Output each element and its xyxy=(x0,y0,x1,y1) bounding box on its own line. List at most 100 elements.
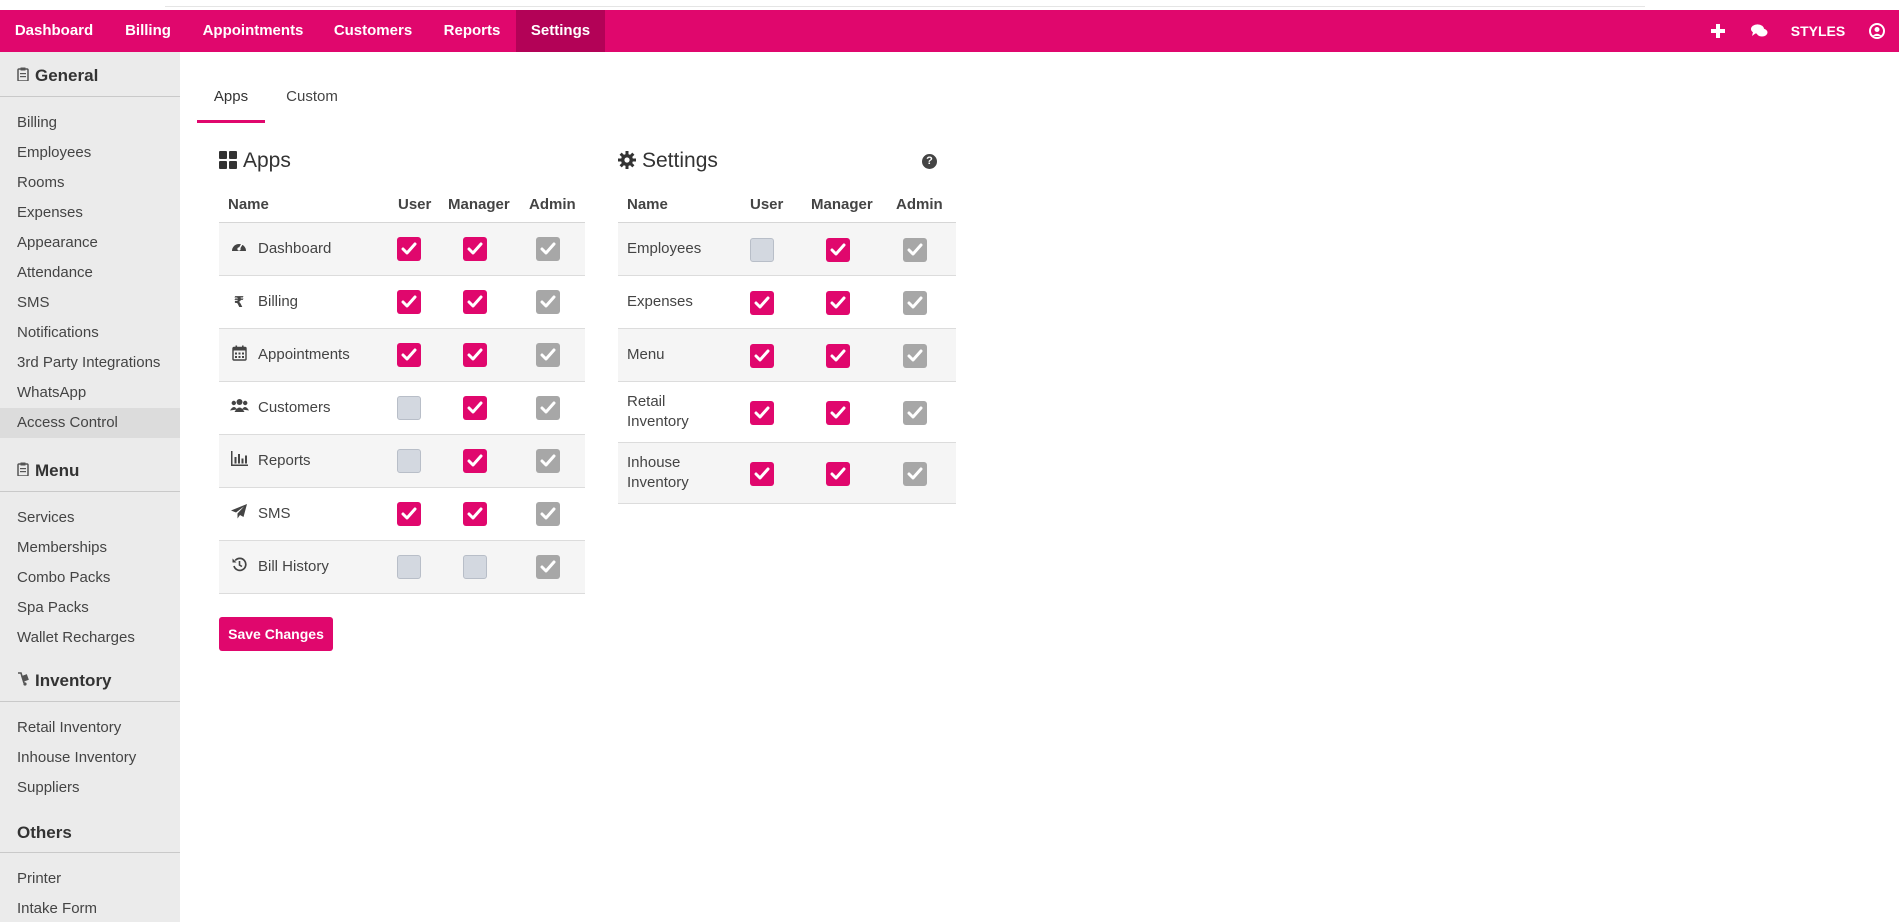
apps-header-user: User xyxy=(398,196,432,213)
save-changes-button[interactable]: Save Changes xyxy=(219,617,333,651)
admin-checkbox[interactable] xyxy=(536,502,560,526)
manager-checkbox[interactable] xyxy=(826,291,850,315)
manager-checkbox[interactable] xyxy=(826,344,850,368)
admin-checkbox[interactable] xyxy=(536,343,560,367)
manager-checkbox[interactable] xyxy=(463,290,487,314)
gear-icon xyxy=(618,151,636,175)
divider xyxy=(0,701,180,702)
sidebar-section-general: General xyxy=(17,66,98,86)
nav-customers[interactable]: Customers xyxy=(318,10,428,52)
apps-row-label: Customers xyxy=(258,399,331,416)
styles-link[interactable]: STYLES xyxy=(1788,10,1848,52)
admin-checkbox[interactable] xyxy=(903,401,927,425)
settings-title-text: Settings xyxy=(642,149,718,172)
admin-checkbox[interactable] xyxy=(536,555,560,579)
sidebar-item-notifications[interactable]: Notifications xyxy=(0,318,180,348)
sidebar-section-title: General xyxy=(35,66,99,85)
admin-checkbox[interactable] xyxy=(903,462,927,486)
plus-icon[interactable] xyxy=(1708,10,1728,52)
manager-checkbox[interactable] xyxy=(463,237,487,261)
admin-checkbox[interactable] xyxy=(903,291,927,315)
manager-checkbox[interactable] xyxy=(826,401,850,425)
nav-appointments[interactable]: Appointments xyxy=(188,10,318,52)
calendar-icon xyxy=(229,345,249,365)
manager-checkbox[interactable] xyxy=(463,396,487,420)
sidebar-item-wallet-recharges[interactable]: Wallet Recharges xyxy=(0,623,180,653)
apps-header-manager: Manager xyxy=(448,196,510,213)
admin-checkbox[interactable] xyxy=(536,396,560,420)
user-checkbox[interactable] xyxy=(397,290,421,314)
user-checkbox[interactable] xyxy=(397,449,421,473)
clipboard-icon xyxy=(17,462,31,479)
manager-checkbox[interactable] xyxy=(826,238,850,262)
sidebar-item-billing[interactable]: Billing xyxy=(0,108,180,138)
apps-header-admin: Admin xyxy=(529,196,576,213)
sidebar-item-printer[interactable]: Printer xyxy=(0,864,180,894)
settings-panel-title: Settings xyxy=(618,149,718,175)
user-checkbox[interactable] xyxy=(750,401,774,425)
sidebar-item-retail-inventory[interactable]: Retail Inventory xyxy=(0,713,180,743)
nav-billing[interactable]: Billing xyxy=(108,10,188,52)
sidebar-section-title: Inventory xyxy=(35,671,112,690)
sidebar-item-combo-packs[interactable]: Combo Packs xyxy=(0,563,180,593)
sidebar-item-spa-packs[interactable]: Spa Packs xyxy=(0,593,180,623)
sidebar-item-intake-form[interactable]: Intake Form xyxy=(0,894,180,924)
user-checkbox[interactable] xyxy=(397,237,421,261)
admin-checkbox[interactable] xyxy=(536,237,560,261)
apps-panel-title: Apps xyxy=(219,149,291,175)
sidebar-item-inhouse-inventory[interactable]: Inhouse Inventory xyxy=(0,743,180,773)
sidebar-item-memberships[interactable]: Memberships xyxy=(0,533,180,563)
user-checkbox[interactable] xyxy=(397,502,421,526)
admin-checkbox[interactable] xyxy=(903,238,927,262)
bar-chart-icon xyxy=(229,451,249,471)
sidebar-item-3rd-party-integrations[interactable]: 3rd Party Integrations xyxy=(0,348,180,378)
apps-row-bill-history: Bill History xyxy=(219,541,585,594)
manager-checkbox[interactable] xyxy=(463,343,487,367)
nav-settings[interactable]: Settings xyxy=(516,10,605,52)
settings-row-label-line: Inventory xyxy=(627,474,689,491)
apps-row-customers: Customers xyxy=(219,382,585,435)
sidebar-item-sms[interactable]: SMS xyxy=(0,288,180,318)
tab-apps[interactable]: Apps xyxy=(197,80,265,123)
user-checkbox[interactable] xyxy=(397,343,421,367)
sidebar-item-rooms[interactable]: Rooms xyxy=(0,168,180,198)
manager-checkbox[interactable] xyxy=(463,449,487,473)
sidebar-item-attendance[interactable]: Attendance xyxy=(0,258,180,288)
user-checkbox[interactable] xyxy=(750,291,774,315)
manager-checkbox[interactable] xyxy=(463,555,487,579)
sidebar-item-access-control[interactable]: Access Control xyxy=(0,408,180,438)
help-icon[interactable]: ? xyxy=(922,154,937,169)
user-circle-icon[interactable] xyxy=(1866,10,1888,52)
tab-custom[interactable]: Custom xyxy=(275,80,349,123)
settings-row-label: Retail Inventory xyxy=(627,392,689,432)
sidebar-item-expenses[interactable]: Expenses xyxy=(0,198,180,228)
settings-row-label: Inhouse Inventory xyxy=(627,453,689,493)
settings-row-label: Expenses xyxy=(627,292,693,312)
admin-checkbox[interactable] xyxy=(536,449,560,473)
manager-checkbox[interactable] xyxy=(463,502,487,526)
sidebar-item-suppliers[interactable]: Suppliers xyxy=(0,773,180,803)
nav-reports[interactable]: Reports xyxy=(428,10,516,52)
manager-checkbox[interactable] xyxy=(826,462,850,486)
sidebar-item-appearance[interactable]: Appearance xyxy=(0,228,180,258)
settings-row-expenses: Expenses xyxy=(618,276,956,329)
apps-row-billing: ₹ Billing xyxy=(219,276,585,329)
nav-dashboard[interactable]: Dashboard xyxy=(0,10,108,52)
sidebar-section-title: Menu xyxy=(35,461,80,480)
paper-plane-icon xyxy=(229,504,249,524)
sidebar-item-services[interactable]: Services xyxy=(0,503,180,533)
user-checkbox[interactable] xyxy=(397,396,421,420)
admin-checkbox[interactable] xyxy=(903,344,927,368)
apps-title-text: Apps xyxy=(243,149,291,172)
user-checkbox[interactable] xyxy=(750,238,774,262)
settings-row-inhouse-inventory: Inhouse Inventory xyxy=(618,443,956,504)
user-checkbox[interactable] xyxy=(397,555,421,579)
chat-icon[interactable] xyxy=(1748,10,1770,52)
admin-checkbox[interactable] xyxy=(536,290,560,314)
sidebar-item-whatsapp[interactable]: WhatsApp xyxy=(0,378,180,408)
user-checkbox[interactable] xyxy=(750,462,774,486)
sidebar-item-employees[interactable]: Employees xyxy=(0,138,180,168)
user-checkbox[interactable] xyxy=(750,344,774,368)
apps-row-label: Bill History xyxy=(258,558,329,575)
settings-row-menu: Menu xyxy=(618,329,956,382)
